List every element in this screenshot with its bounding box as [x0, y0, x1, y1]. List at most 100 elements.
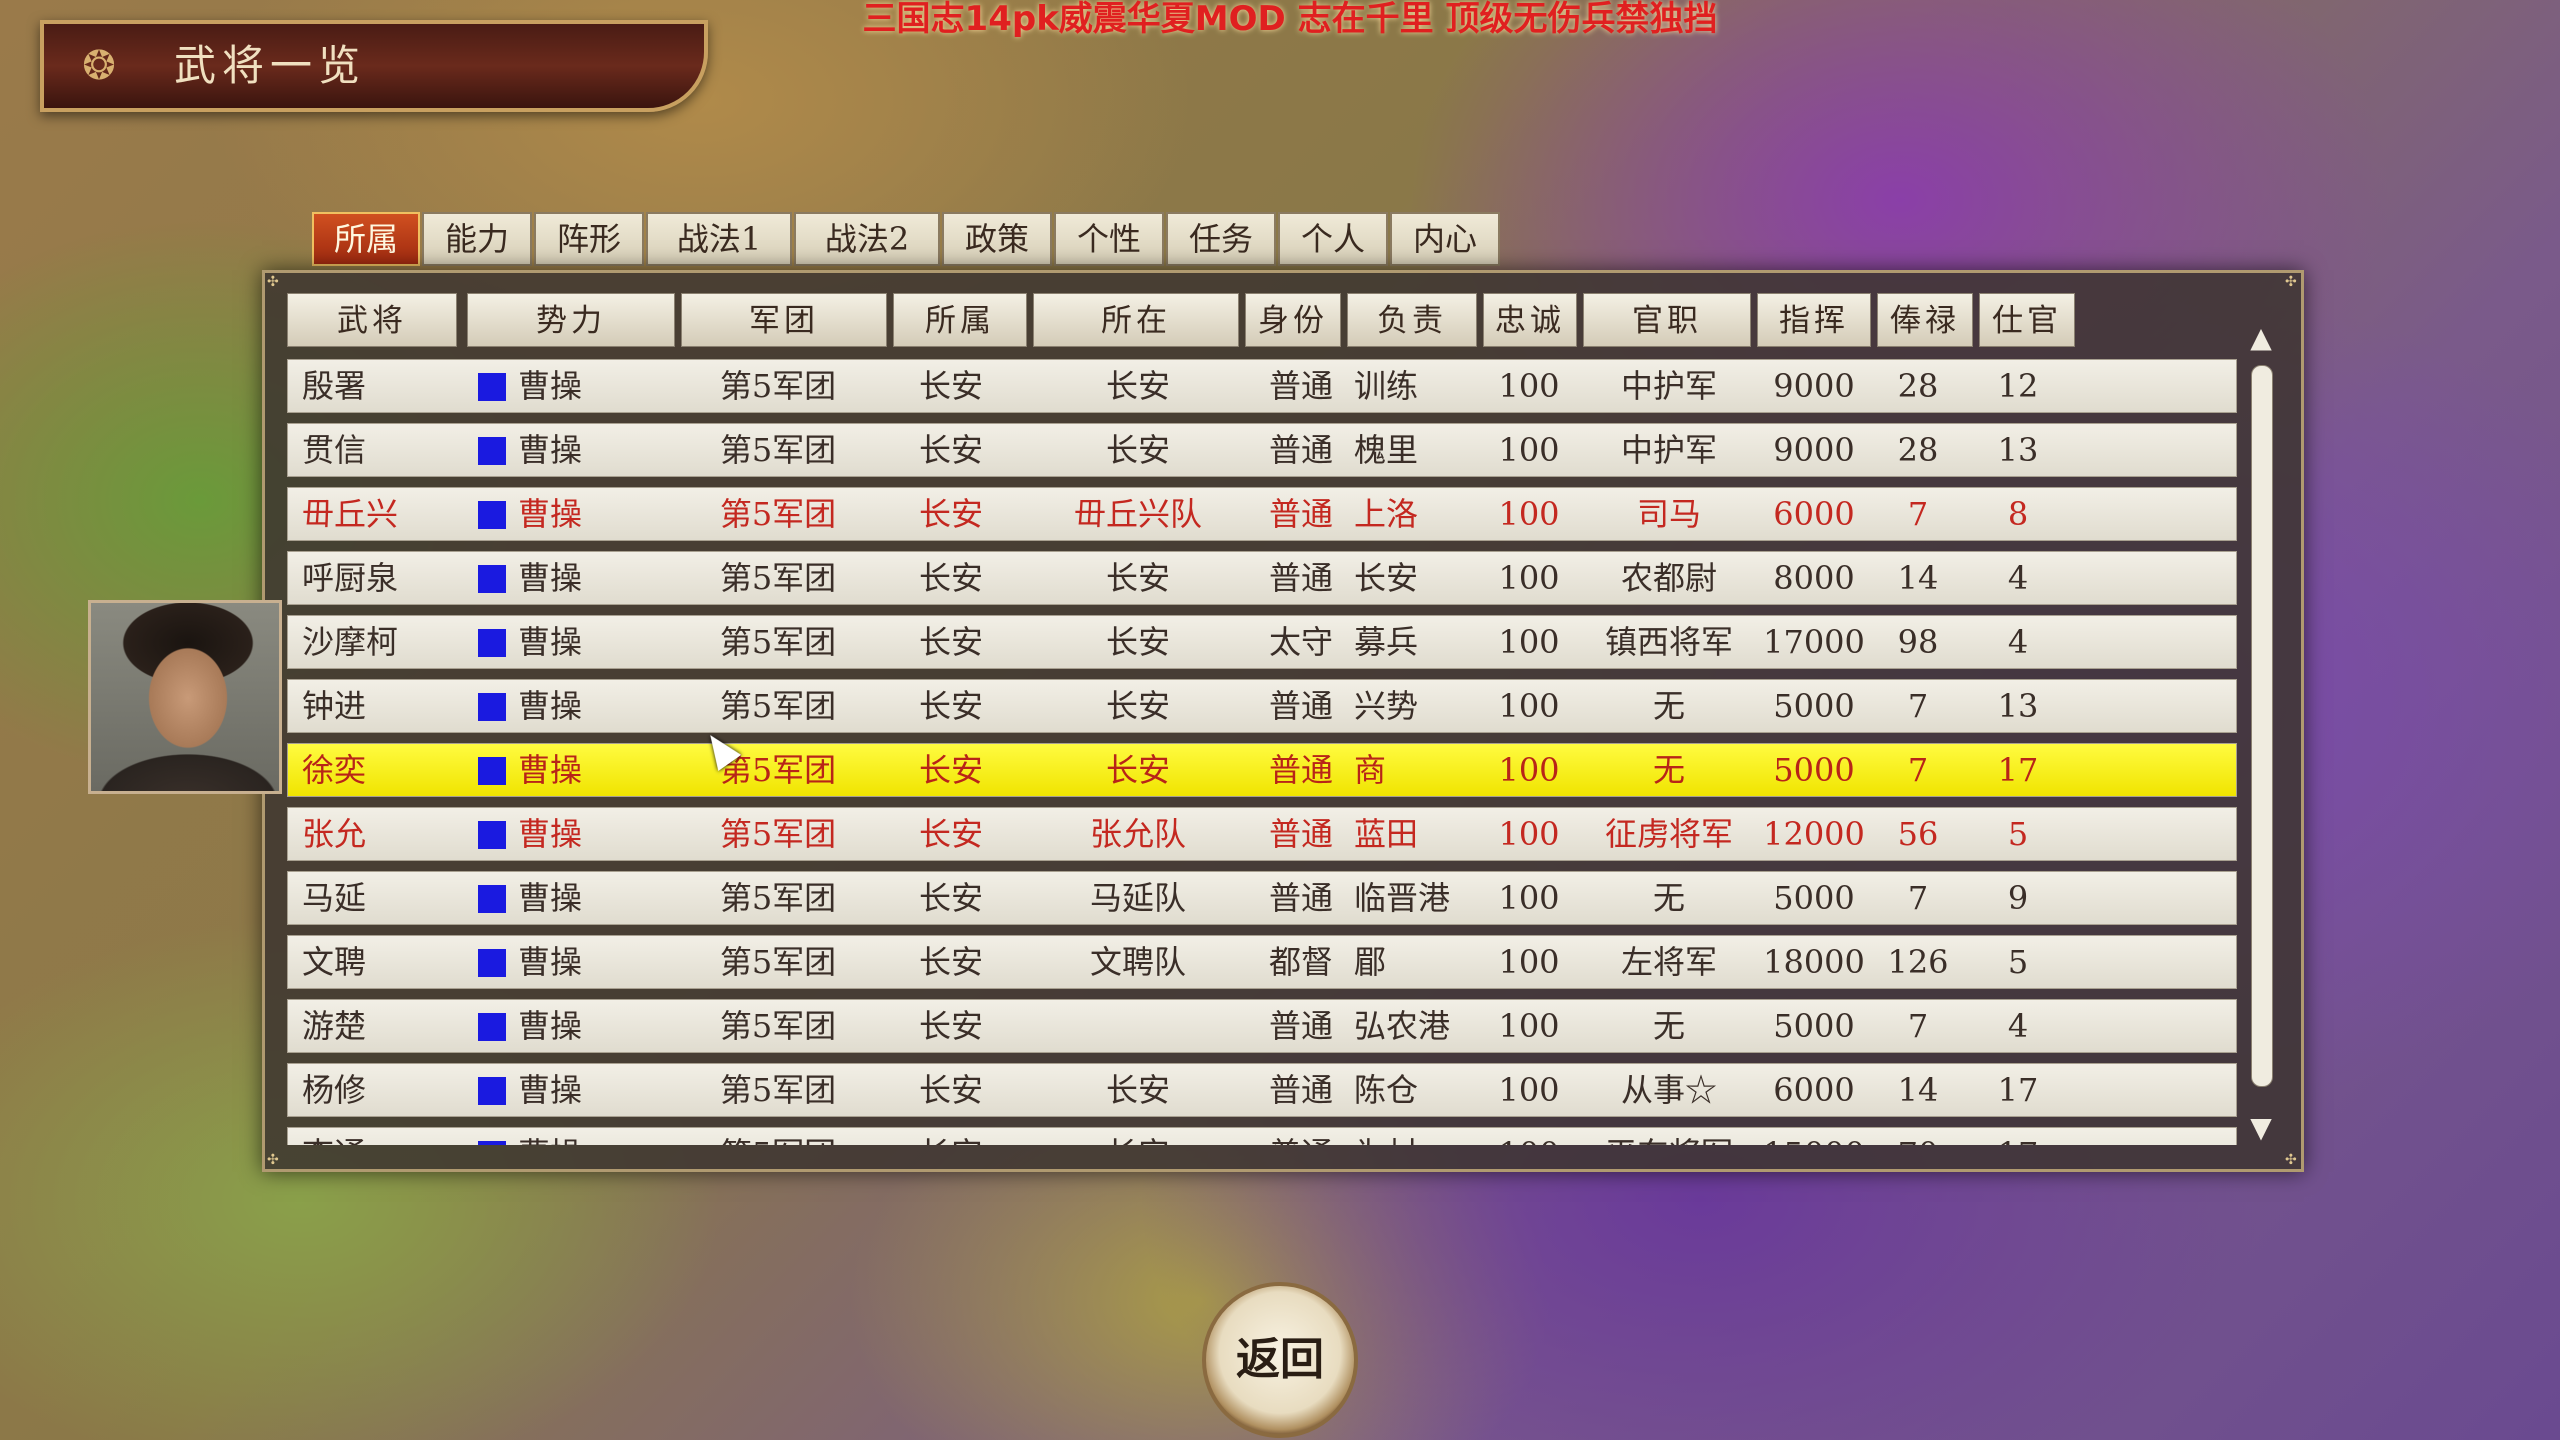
table-row[interactable]: 贯信 第5军团 长安 长安 普通 槐里 100 中护军 9000 28 13 曹操 — [287, 423, 2237, 477]
return-button[interactable]: 返回 — [1202, 1282, 1358, 1438]
scrollbar[interactable] — [2251, 365, 2273, 1087]
scroll-up-icon[interactable]: ▲ — [2247, 323, 2275, 353]
column-header-11[interactable]: 仕官 — [1979, 293, 2075, 347]
corner-ornament-icon: ✣ — [2285, 274, 2297, 290]
table-row[interactable]: 杨修 第5军团 长安 长安 普通 陈仓 100 从事☆ 6000 14 17 曹操 — [287, 1063, 2237, 1117]
cell-rank: 无 — [1652, 1007, 1685, 1045]
faction-color-swatch — [478, 501, 506, 529]
column-header-5[interactable]: 身份 — [1245, 293, 1341, 347]
cell-command: 18000 — [1763, 943, 1865, 981]
cell-service: 4 — [2007, 1007, 2029, 1045]
table-row[interactable]: 钟进 第5军团 长安 长安 普通 兴势 100 无 5000 7 13 曹操 — [287, 679, 2237, 733]
cell-rank: 平东将军 — [1584, 1128, 1754, 1145]
table-row[interactable]: 殷署 第5军团 长安 长安 普通 训练 100 中护军 9000 28 12 曹操 — [287, 359, 2237, 413]
cell-belong: 长安 — [918, 623, 983, 661]
table-row[interactable]: 李通第5军团长安长安普通为村100平东将军150007017曹操 — [287, 1127, 2237, 1145]
cell-belong: 长安 — [918, 751, 983, 789]
cell-loyalty: 100 — [1498, 1007, 1560, 1045]
cell-loyalty: 100 — [1498, 879, 1560, 917]
cell-corps: 第5军团 — [719, 367, 837, 405]
cell-service: 8 — [2007, 495, 2029, 533]
cell-salary: 56 — [1897, 815, 1939, 853]
column-header-1[interactable]: 势力 — [467, 293, 675, 347]
tab-7[interactable]: 任务 — [1166, 212, 1276, 266]
faction-name: 曹操 — [518, 879, 583, 917]
cell-service: 9 — [2007, 879, 2029, 917]
cell-command: 5000 — [1773, 751, 1855, 789]
cell-service: 12 — [1997, 367, 2039, 405]
cell-salary: 7 — [1907, 495, 1929, 533]
tab-6[interactable]: 个性 — [1054, 212, 1164, 266]
cell-salary: 7 — [1907, 751, 1929, 789]
tab-4[interactable]: 战法2 — [794, 212, 940, 266]
faction-name: 曹操 — [518, 1128, 582, 1145]
tab-8[interactable]: 个人 — [1278, 212, 1388, 266]
tab-2[interactable]: 阵形 — [534, 212, 644, 266]
faction-color-swatch — [478, 629, 506, 657]
cell-status: 普通 — [1268, 815, 1333, 853]
cell-name: 贯信 — [302, 431, 367, 469]
corner-ornament-icon: ✣ — [267, 1152, 279, 1168]
officer-portrait — [88, 600, 282, 794]
cell-corps: 第5军团 — [719, 623, 837, 661]
cell-faction: 曹操 — [478, 680, 658, 732]
cell-corps: 第5军团 — [719, 1071, 837, 1109]
column-header-0[interactable]: 武将 — [287, 293, 457, 347]
column-header-7[interactable]: 忠诚 — [1483, 293, 1577, 347]
cell-status: 都督 — [1268, 943, 1333, 981]
cell-duty: 商 — [1354, 751, 1387, 789]
faction-name: 曹操 — [518, 431, 583, 469]
column-header-10[interactable]: 俸禄 — [1877, 293, 1973, 347]
column-header-3[interactable]: 所属 — [893, 293, 1027, 347]
cell-duty: 募兵 — [1354, 623, 1419, 661]
cell-loc: 马延队 — [1089, 879, 1186, 917]
table-row[interactable]: 呼厨泉 第5军团 长安 长安 普通 长安 100 农都尉 8000 14 4 曹操 — [287, 551, 2237, 605]
cell-service: 5 — [2007, 815, 2029, 853]
cell-loc: 长安 — [1030, 1128, 1246, 1145]
faction-color-swatch — [478, 565, 506, 593]
cell-duty: 兴势 — [1354, 687, 1419, 725]
cell-loyalty: 100 — [1498, 623, 1560, 661]
column-header-6[interactable]: 负责 — [1347, 293, 1477, 347]
cell-belong: 长安 — [918, 943, 983, 981]
cell-faction: 曹操 — [478, 360, 658, 412]
table-row[interactable]: 沙摩柯 第5军团 长安 长安 太守 募兵 100 镇西将军 17000 98 4 曹操 — [287, 615, 2237, 669]
table-row[interactable]: 游楚 第5军团 长安 普通 弘农港 100 无 5000 7 4 曹操 — [287, 999, 2237, 1053]
cell-loc: 长安 — [1105, 687, 1170, 725]
table-body[interactable]: 殷署 第5军团 长安 长安 普通 训练 100 中护军 9000 28 12 曹操 贯信 第5军团 长安 长安… — [287, 359, 2237, 1145]
cell-loc: 毌丘兴队 — [1073, 495, 1202, 533]
cell-loyalty: 100 — [1474, 1128, 1584, 1145]
cell-faction: 曹操 — [478, 488, 658, 540]
cell-name: 张允 — [302, 815, 367, 853]
cell-salary: 28 — [1897, 367, 1939, 405]
cell-command: 5000 — [1773, 879, 1855, 917]
cell-name: 徐奕 — [302, 751, 367, 789]
cell-status: 普通 — [1246, 1128, 1356, 1145]
faction-color-swatch — [478, 437, 506, 465]
faction-name: 曹操 — [518, 815, 583, 853]
column-header-2[interactable]: 军团 — [681, 293, 887, 347]
cell-name: 游楚 — [302, 1007, 367, 1045]
table-row[interactable]: 毌丘兴 第5军团 长安 毌丘兴队 普通 上洛 100 司马 6000 7 8 曹操 — [287, 487, 2237, 541]
faction-name: 曹操 — [518, 687, 583, 725]
cell-loc: 长安 — [1105, 623, 1170, 661]
cell-loyalty: 100 — [1498, 559, 1560, 597]
cell-belong: 长安 — [918, 879, 983, 917]
table-row[interactable]: 徐奕 第5军团 长安 长安 普通商 100 无 5000 7 17 曹操 — [287, 743, 2237, 797]
cell-salary: 7 — [1907, 687, 1929, 725]
table-row[interactable]: 文聘 第5军团 长安 文聘队 都督郿 100 左将军 18000 126 5 曹操 — [287, 935, 2237, 989]
tab-5[interactable]: 政策 — [942, 212, 1052, 266]
table-row[interactable]: 张允 第5军团 长安 张允队 普通 蓝田 100 征虏将军 12000 56 5 曹操 — [287, 807, 2237, 861]
column-header-4[interactable]: 所在 — [1033, 293, 1239, 347]
tab-1[interactable]: 能力 — [422, 212, 532, 266]
tab-9[interactable]: 内心 — [1390, 212, 1500, 266]
table-row[interactable]: 马延 第5军团 长安 马延队 普通 临晋港 100 无 5000 7 9 曹操 — [287, 871, 2237, 925]
scroll-down-icon[interactable]: ▼ — [2247, 1113, 2275, 1143]
column-header-8[interactable]: 官职 — [1583, 293, 1751, 347]
cell-duty: 上洛 — [1354, 495, 1419, 533]
tab-3[interactable]: 战法1 — [646, 212, 792, 266]
cell-belong: 长安 — [918, 495, 983, 533]
column-header-9[interactable]: 指挥 — [1757, 293, 1871, 347]
cell-duty: 长安 — [1354, 559, 1419, 597]
tab-0[interactable]: 所属 — [312, 212, 420, 266]
